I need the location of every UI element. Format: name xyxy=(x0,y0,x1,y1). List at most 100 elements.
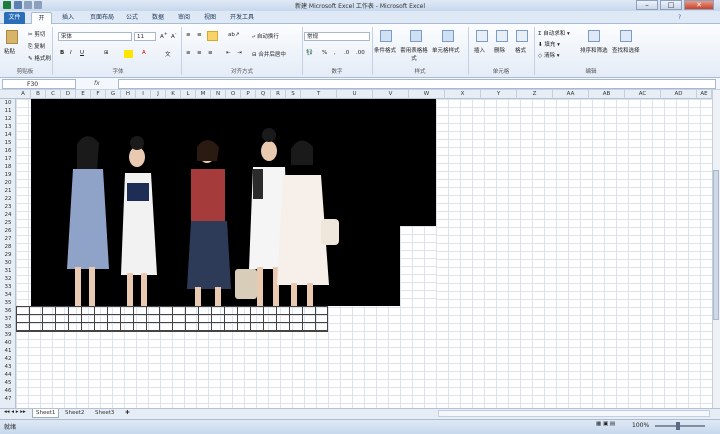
row-header[interactable]: 47 xyxy=(0,395,16,403)
find-select-button[interactable]: 查找和选择 xyxy=(612,46,640,54)
indent-increase-icon[interactable]: ⇥ xyxy=(237,50,242,56)
tab-formulas[interactable]: 公式 xyxy=(122,12,142,24)
cut-button[interactable]: ✂ 剪切 xyxy=(28,30,45,38)
row-header[interactable]: 34 xyxy=(0,291,16,299)
font-color-icon[interactable]: A xyxy=(142,50,146,56)
column-header[interactable]: AB xyxy=(589,90,625,99)
row-header[interactable]: 28 xyxy=(0,243,16,251)
column-header[interactable]: Y xyxy=(481,90,517,99)
column-header[interactable]: L xyxy=(181,90,196,99)
row-header[interactable]: 22 xyxy=(0,195,16,203)
paste-icon[interactable] xyxy=(6,30,18,44)
row-header[interactable]: 29 xyxy=(0,251,16,259)
embedded-picture[interactable] xyxy=(31,99,436,357)
column-header[interactable]: P xyxy=(241,90,256,99)
row-header[interactable]: 16 xyxy=(0,147,16,155)
row-header[interactable]: 26 xyxy=(0,227,16,235)
view-normal-icon[interactable]: ▦ ▣ ▤ xyxy=(596,421,615,427)
sheet-tab-sheet1[interactable]: Sheet1 xyxy=(32,409,60,418)
zoom-slider-knob[interactable] xyxy=(676,422,680,430)
column-header[interactable]: U xyxy=(337,90,373,99)
row-header[interactable]: 17 xyxy=(0,155,16,163)
increase-decimal-icon[interactable]: .0 xyxy=(344,50,349,56)
row-header[interactable]: 43 xyxy=(0,363,16,371)
percent-icon[interactable]: % xyxy=(322,50,327,56)
column-header[interactable]: AA xyxy=(553,90,589,99)
row-header[interactable]: 27 xyxy=(0,235,16,243)
phonetic-icon[interactable]: 文 xyxy=(165,50,171,58)
sort-filter-button[interactable]: 排序和筛选 xyxy=(580,46,608,54)
wrap-text-button[interactable]: ⤶ 自动换行 xyxy=(252,32,279,41)
row-header[interactable]: 39 xyxy=(0,331,16,339)
column-header[interactable]: V xyxy=(373,90,409,99)
row-header[interactable]: 11 xyxy=(0,107,16,115)
border-icon[interactable]: ⊞ xyxy=(104,50,109,56)
row-header[interactable]: 14 xyxy=(0,131,16,139)
row-header[interactable]: 12 xyxy=(0,115,16,123)
horizontal-scrollbar[interactable] xyxy=(438,410,710,417)
column-header[interactable]: B xyxy=(31,90,46,99)
row-header[interactable]: 19 xyxy=(0,171,16,179)
delete-cells-button[interactable]: 删除 xyxy=(494,46,505,54)
align-center-icon[interactable]: ≡ xyxy=(197,50,202,56)
delete-cells-icon[interactable] xyxy=(496,30,508,42)
autosum-button[interactable]: Σ 自动求和 ▾ xyxy=(538,29,570,37)
conditional-format-icon[interactable] xyxy=(380,30,392,42)
row-header[interactable]: 31 xyxy=(0,267,16,275)
help-icon[interactable]: ? xyxy=(678,14,681,21)
tab-data[interactable]: 数据 xyxy=(148,12,168,24)
tab-file[interactable]: 文件 xyxy=(4,12,25,24)
maximize-button[interactable]: □ xyxy=(660,0,682,10)
row-header[interactable]: 13 xyxy=(0,123,16,131)
column-header[interactable]: O xyxy=(226,90,241,99)
font-size-select[interactable]: 11 xyxy=(134,32,156,41)
row-header[interactable]: 37 xyxy=(0,315,16,323)
row-header[interactable]: 36 xyxy=(0,307,16,315)
grow-font-icon[interactable]: A+ xyxy=(160,32,168,40)
format-cells-button[interactable]: 格式 xyxy=(515,46,526,54)
vertical-scroll-thumb[interactable] xyxy=(713,170,719,320)
column-header[interactable]: J xyxy=(151,90,166,99)
bold-button[interactable]: B xyxy=(60,50,64,56)
column-header[interactable]: Z xyxy=(517,90,553,99)
column-header[interactable]: R xyxy=(271,90,286,99)
cell-grid-region[interactable] xyxy=(400,226,436,306)
cell-styles-button[interactable]: 单元格样式 xyxy=(432,46,460,54)
bordered-cell-range[interactable] xyxy=(16,306,328,332)
conditional-format-button[interactable]: 条件格式 xyxy=(374,46,396,54)
row-header[interactable]: 41 xyxy=(0,347,16,355)
cell-styles-icon[interactable] xyxy=(442,30,454,42)
column-header[interactable]: F xyxy=(91,90,106,99)
name-box[interactable]: F30 xyxy=(2,79,76,89)
tab-page-layout[interactable]: 页面布局 xyxy=(86,12,118,24)
zoom-level[interactable]: 100% xyxy=(632,422,649,429)
fx-icon[interactable]: fx xyxy=(94,80,100,87)
column-header[interactable]: A xyxy=(16,90,31,99)
formula-input[interactable] xyxy=(118,79,716,89)
column-header[interactable]: S xyxy=(286,90,301,99)
minimize-button[interactable]: – xyxy=(636,0,658,10)
column-header[interactable]: AC xyxy=(625,90,661,99)
row-header[interactable]: 15 xyxy=(0,139,16,147)
row-header[interactable]: 40 xyxy=(0,339,16,347)
column-header[interactable]: I xyxy=(136,90,151,99)
column-header[interactable]: M xyxy=(196,90,211,99)
column-header[interactable]: X xyxy=(445,90,481,99)
font-name-select[interactable]: 宋体 xyxy=(58,32,132,41)
tab-review[interactable]: 审阅 xyxy=(174,12,194,24)
number-format-select[interactable]: 常规 xyxy=(304,32,370,41)
row-header[interactable]: 46 xyxy=(0,387,16,395)
zoom-slider[interactable] xyxy=(655,425,705,427)
align-middle-icon[interactable]: ≡ xyxy=(197,32,202,38)
column-header[interactable]: K xyxy=(166,90,181,99)
clear-button[interactable]: ◇ 清除 ▾ xyxy=(538,51,560,59)
paste-button[interactable]: 粘贴 xyxy=(4,47,15,55)
table-format-icon[interactable] xyxy=(410,30,422,42)
indent-decrease-icon[interactable]: ⇤ xyxy=(226,50,231,56)
row-header[interactable]: 10 xyxy=(0,99,16,107)
row-header[interactable]: 38 xyxy=(0,323,16,331)
row-header[interactable]: 20 xyxy=(0,179,16,187)
row-header[interactable]: 25 xyxy=(0,219,16,227)
orientation-icon[interactable]: ab↗ xyxy=(228,32,239,38)
column-header[interactable]: E xyxy=(76,90,91,99)
